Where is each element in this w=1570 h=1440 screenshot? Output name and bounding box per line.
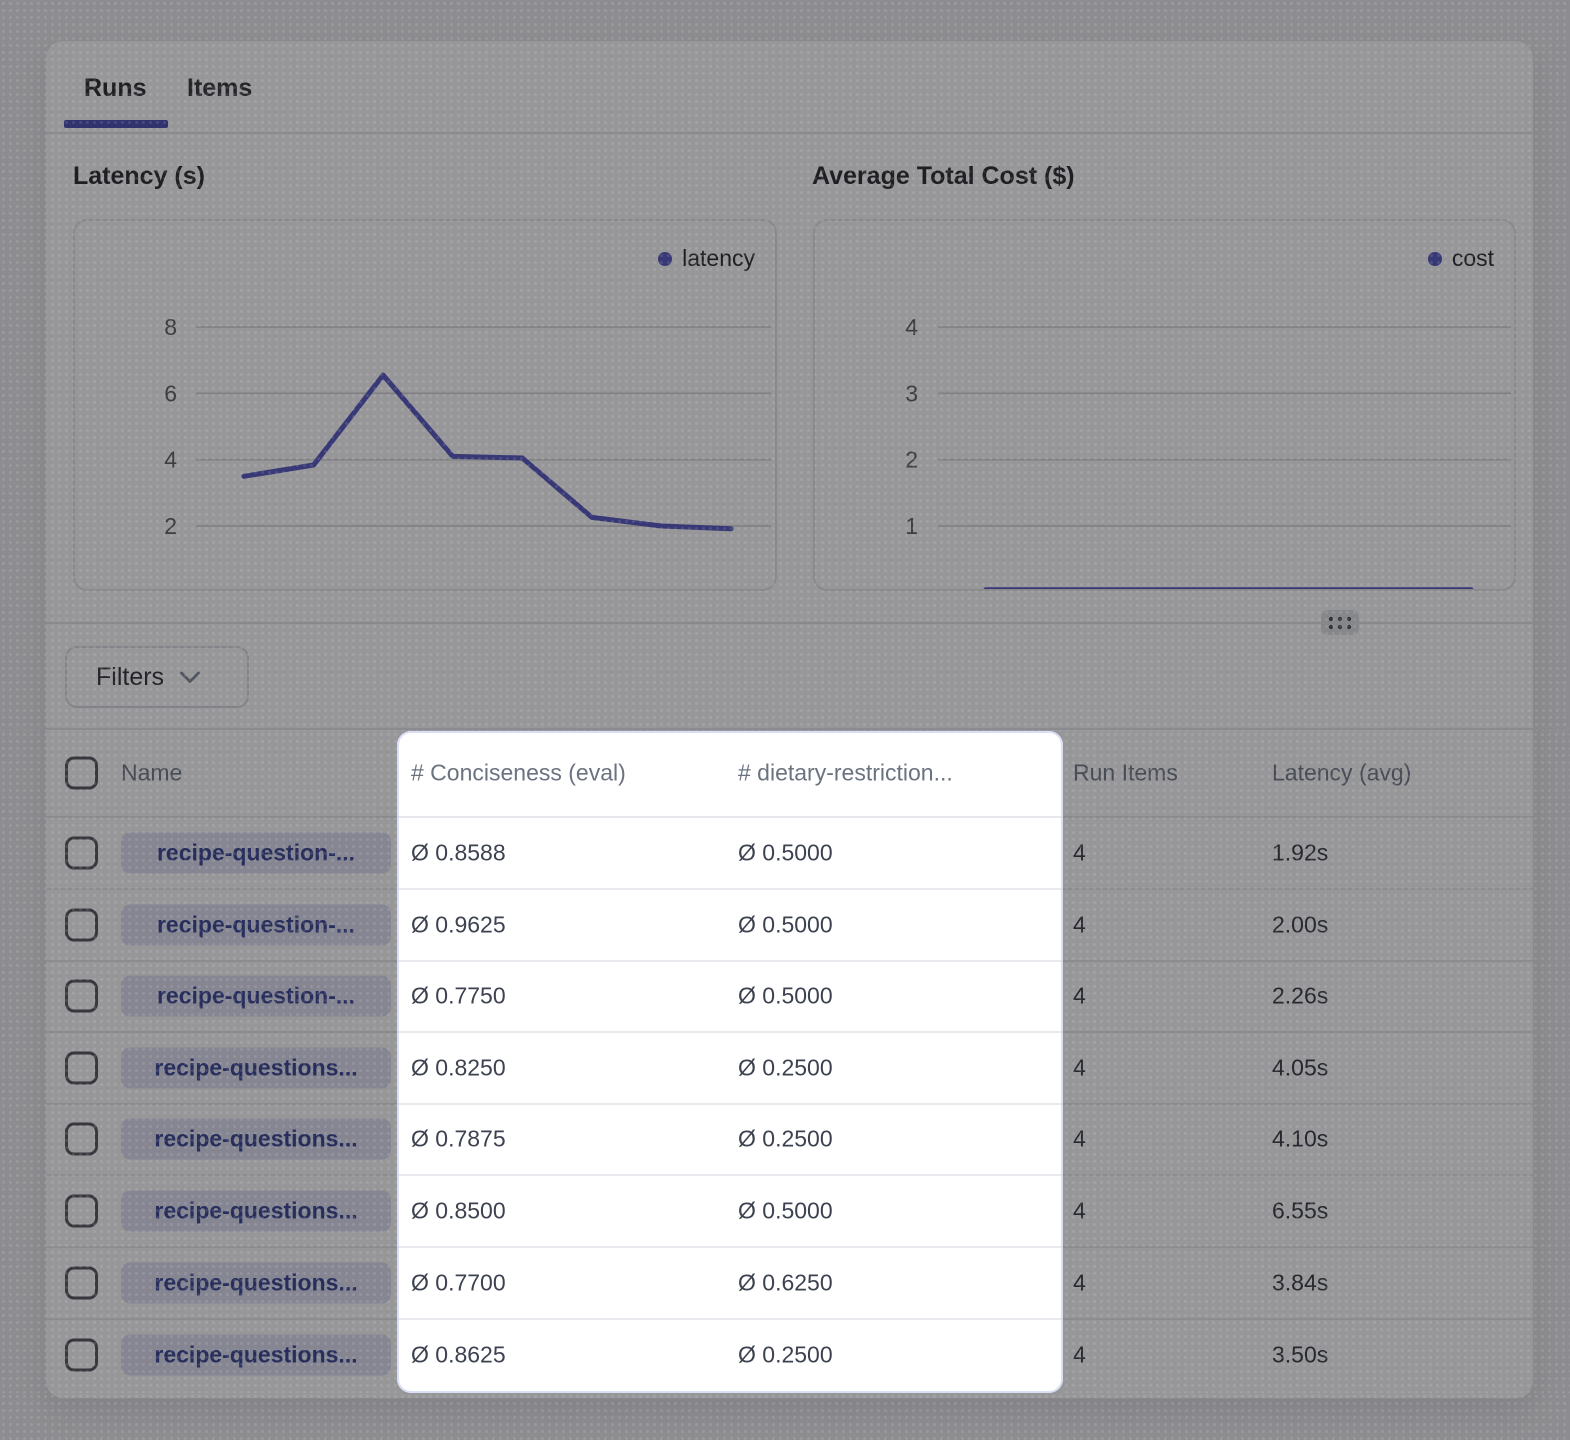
- latency-chart-title: Latency (s): [73, 162, 205, 191]
- table-row[interactable]: recipe-questions... Ø 0.8625 Ø 0.2500 4 3.50…: [46, 1319, 1533, 1391]
- run-items-cell: 4: [1073, 911, 1086, 938]
- run-name-badge[interactable]: recipe-question-...: [121, 833, 391, 874]
- conciseness-score-cell: Ø 0.9625: [411, 911, 506, 938]
- conciseness-score-cell: Ø 0.8250: [411, 1054, 506, 1081]
- row-checkbox[interactable]: [65, 1266, 98, 1299]
- active-tab-indicator: [64, 120, 168, 128]
- column-header-run-items[interactable]: Run Items: [1073, 760, 1178, 787]
- column-header-dietary[interactable]: # dietary-restriction...: [738, 760, 953, 787]
- row-checkbox[interactable]: [65, 908, 98, 941]
- svg-text:8: 8: [164, 314, 177, 340]
- dietary-score-cell: Ø 0.5000: [738, 983, 833, 1010]
- latency-avg-cell: 6.55s: [1272, 1198, 1328, 1225]
- cost-legend-label: cost: [1452, 245, 1494, 272]
- run-name-badge[interactable]: recipe-questions...: [121, 1119, 391, 1160]
- table-row[interactable]: recipe-questions... Ø 0.7875 Ø 0.2500 4 4.10…: [46, 1104, 1533, 1176]
- run-name-badge[interactable]: recipe-questions...: [121, 1335, 391, 1376]
- cost-line-chart: 1 2 3 4: [815, 221, 1514, 589]
- row-checkbox[interactable]: [65, 1051, 98, 1084]
- table-row[interactable]: recipe-questions... Ø 0.8500 Ø 0.5000 4 6.55…: [46, 1176, 1533, 1248]
- svg-text:4: 4: [164, 447, 177, 473]
- cost-legend: cost: [1428, 245, 1494, 272]
- dietary-score-cell: Ø 0.2500: [738, 1126, 833, 1153]
- latency-avg-cell: 2.26s: [1272, 983, 1328, 1010]
- run-items-cell: 4: [1073, 1198, 1086, 1225]
- dietary-score-cell: Ø 0.6250: [738, 1269, 833, 1296]
- row-checkbox[interactable]: [65, 837, 98, 870]
- section-divider: [46, 622, 1533, 624]
- run-name-badge[interactable]: recipe-questions...: [121, 1047, 391, 1088]
- resize-drag-handle[interactable]: [1321, 610, 1359, 635]
- latency-avg-cell: 4.05s: [1272, 1054, 1328, 1081]
- column-header-latency[interactable]: Latency (avg): [1272, 760, 1411, 787]
- table-row[interactable]: recipe-question-... Ø 0.7750 Ø 0.5000 4 2.26…: [46, 961, 1533, 1033]
- run-name-badge[interactable]: recipe-questions...: [121, 1262, 391, 1303]
- conciseness-score-cell: Ø 0.8500: [411, 1198, 506, 1225]
- table-header-row: Name # Conciseness (eval) # dietary-rest…: [46, 728, 1533, 818]
- latency-avg-cell: 1.92s: [1272, 840, 1328, 867]
- run-items-cell: 4: [1073, 983, 1086, 1010]
- select-all-checkbox[interactable]: [65, 757, 98, 790]
- latency-avg-cell: 2.00s: [1272, 911, 1328, 938]
- conciseness-score-cell: Ø 0.8625: [411, 1342, 506, 1369]
- latency-avg-cell: 3.50s: [1272, 1342, 1328, 1369]
- run-items-cell: 4: [1073, 1342, 1086, 1369]
- row-checkbox[interactable]: [65, 1123, 98, 1156]
- table-row[interactable]: recipe-question-... Ø 0.8588 Ø 0.5000 4 1.92…: [46, 818, 1533, 890]
- conciseness-score-cell: Ø 0.7875: [411, 1126, 506, 1153]
- dietary-score-cell: Ø 0.2500: [738, 1054, 833, 1081]
- latency-avg-cell: 4.10s: [1272, 1126, 1328, 1153]
- latency-chart: 2 4 6 8 latency: [73, 219, 777, 591]
- run-name-badge[interactable]: recipe-questions...: [121, 1191, 391, 1232]
- dietary-score-cell: Ø 0.5000: [738, 911, 833, 938]
- svg-text:6: 6: [164, 380, 177, 406]
- latency-avg-cell: 3.84s: [1272, 1269, 1328, 1296]
- svg-text:1: 1: [905, 513, 918, 539]
- run-items-cell: 4: [1073, 1269, 1086, 1296]
- cost-legend-dot-icon: [1428, 252, 1442, 266]
- svg-text:4: 4: [905, 314, 918, 340]
- dietary-score-cell: Ø 0.5000: [738, 840, 833, 867]
- dietary-score-cell: Ø 0.5000: [738, 1198, 833, 1225]
- run-name-badge[interactable]: recipe-question-...: [121, 904, 391, 945]
- tab-bar: Runs Items: [46, 41, 1533, 134]
- chevron-down-icon: [179, 671, 201, 684]
- dietary-score-cell: Ø 0.2500: [738, 1342, 833, 1369]
- filters-button[interactable]: Filters: [65, 646, 249, 708]
- latency-legend: latency: [658, 245, 755, 272]
- column-header-name[interactable]: Name: [121, 760, 182, 787]
- tab-items[interactable]: Items: [187, 74, 252, 103]
- run-name-badge[interactable]: recipe-question-...: [121, 976, 391, 1017]
- cost-chart: 1 2 3 4 cost: [813, 219, 1516, 591]
- svg-text:2: 2: [905, 447, 918, 473]
- dim-overlay: [0, 1393, 1570, 1440]
- row-checkbox[interactable]: [65, 1195, 98, 1228]
- run-items-cell: 4: [1073, 1126, 1086, 1153]
- table-row[interactable]: recipe-question-... Ø 0.9625 Ø 0.5000 4 2.00…: [46, 890, 1533, 962]
- conciseness-score-cell: Ø 0.7700: [411, 1269, 506, 1296]
- table-row[interactable]: recipe-questions... Ø 0.7700 Ø 0.6250 4 3.84…: [46, 1248, 1533, 1320]
- latency-legend-dot-icon: [658, 252, 672, 266]
- grip-dots-icon: [1327, 615, 1353, 631]
- filters-button-label: Filters: [96, 663, 164, 692]
- row-checkbox[interactable]: [65, 1339, 98, 1372]
- svg-text:3: 3: [905, 380, 918, 406]
- latency-legend-label: latency: [682, 245, 755, 272]
- table-row[interactable]: recipe-questions... Ø 0.8250 Ø 0.2500 4 4.05…: [46, 1033, 1533, 1105]
- conciseness-score-cell: Ø 0.7750: [411, 983, 506, 1010]
- cost-chart-title: Average Total Cost ($): [812, 162, 1075, 191]
- conciseness-score-cell: Ø 0.8588: [411, 840, 506, 867]
- row-checkbox[interactable]: [65, 980, 98, 1013]
- runs-panel: Runs Items Latency (s) Average Total Cos…: [45, 40, 1534, 1399]
- svg-text:2: 2: [164, 513, 177, 539]
- latency-line-chart: 2 4 6 8: [75, 221, 775, 589]
- run-items-cell: 4: [1073, 1054, 1086, 1081]
- run-items-cell: 4: [1073, 840, 1086, 867]
- column-header-conciseness[interactable]: # Conciseness (eval): [411, 760, 626, 787]
- tab-runs[interactable]: Runs: [84, 74, 147, 103]
